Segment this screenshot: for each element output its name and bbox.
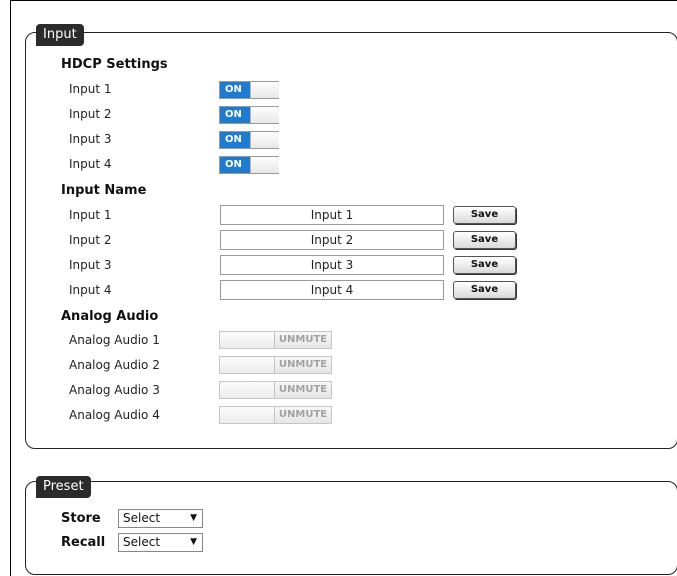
recall-select-value: Select bbox=[123, 535, 161, 549]
toggle-knob bbox=[220, 407, 275, 423]
input-name-title: Input Name bbox=[61, 183, 147, 198]
input-name-4-save-button[interactable]: Save bbox=[453, 281, 516, 299]
dropdown-arrow-icon: ▼ bbox=[190, 513, 197, 523]
hdcp-input-3-toggle[interactable]: ON bbox=[219, 131, 279, 149]
page-border-top bbox=[10, 0, 677, 1]
preset-panel-legend: Preset bbox=[36, 476, 91, 498]
dropdown-arrow-icon: ▼ bbox=[190, 537, 197, 547]
hdcp-input-4-label: Input 4 bbox=[69, 157, 112, 171]
unmute-label: UNMUTE bbox=[278, 384, 328, 395]
hdcp-input-3-label: Input 3 bbox=[69, 132, 112, 146]
analog-audio-4-toggle[interactable]: UNMUTE bbox=[219, 406, 332, 424]
store-select[interactable]: Select ▼ bbox=[118, 509, 203, 528]
toggle-knob bbox=[250, 82, 279, 98]
analog-audio-1-label: Analog Audio 1 bbox=[69, 333, 160, 347]
toggle-knob bbox=[220, 332, 275, 348]
analog-audio-title: Analog Audio bbox=[61, 309, 159, 324]
store-label: Store bbox=[61, 511, 101, 526]
toggle-knob bbox=[220, 382, 275, 398]
toggle-on-label: ON bbox=[220, 157, 250, 173]
input-name-3-field[interactable] bbox=[220, 255, 444, 275]
toggle-knob bbox=[250, 107, 279, 123]
input-name-1-field[interactable] bbox=[220, 205, 444, 225]
page-border-left bbox=[10, 0, 11, 576]
preset-panel bbox=[25, 481, 677, 575]
analog-audio-4-label: Analog Audio 4 bbox=[69, 408, 160, 422]
input-name-3-save-button[interactable]: Save bbox=[453, 256, 516, 274]
input-panel-legend: Input bbox=[36, 24, 84, 46]
hdcp-settings-title: HDCP Settings bbox=[61, 57, 168, 72]
input-name-4-field[interactable] bbox=[220, 280, 444, 300]
recall-select[interactable]: Select ▼ bbox=[118, 533, 203, 552]
unmute-label: UNMUTE bbox=[278, 334, 328, 345]
recall-label: Recall bbox=[61, 535, 106, 550]
toggle-knob bbox=[250, 132, 279, 148]
analog-audio-2-label: Analog Audio 2 bbox=[69, 358, 160, 372]
analog-audio-3-toggle[interactable]: UNMUTE bbox=[219, 381, 332, 399]
hdcp-input-4-toggle[interactable]: ON bbox=[219, 156, 279, 174]
input-name-1-save-button[interactable]: Save bbox=[453, 206, 516, 224]
hdcp-input-1-label: Input 1 bbox=[69, 82, 112, 96]
unmute-label: UNMUTE bbox=[278, 359, 328, 370]
analog-audio-1-toggle[interactable]: UNMUTE bbox=[219, 331, 332, 349]
toggle-on-label: ON bbox=[220, 132, 250, 148]
unmute-label: UNMUTE bbox=[278, 409, 328, 420]
toggle-knob bbox=[220, 357, 275, 373]
hdcp-input-2-label: Input 2 bbox=[69, 107, 112, 121]
toggle-knob bbox=[250, 157, 279, 173]
analog-audio-3-label: Analog Audio 3 bbox=[69, 383, 160, 397]
analog-audio-2-toggle[interactable]: UNMUTE bbox=[219, 356, 332, 374]
hdcp-input-1-toggle[interactable]: ON bbox=[219, 81, 279, 99]
toggle-on-label: ON bbox=[220, 82, 250, 98]
hdcp-input-2-toggle[interactable]: ON bbox=[219, 106, 279, 124]
input-name-3-label: Input 3 bbox=[69, 258, 112, 272]
toggle-on-label: ON bbox=[220, 107, 250, 123]
input-name-2-save-button[interactable]: Save bbox=[453, 231, 516, 249]
store-select-value: Select bbox=[123, 511, 161, 525]
input-name-2-label: Input 2 bbox=[69, 233, 112, 247]
input-name-2-field[interactable] bbox=[220, 230, 444, 250]
input-name-1-label: Input 1 bbox=[69, 208, 112, 222]
input-name-4-label: Input 4 bbox=[69, 283, 112, 297]
